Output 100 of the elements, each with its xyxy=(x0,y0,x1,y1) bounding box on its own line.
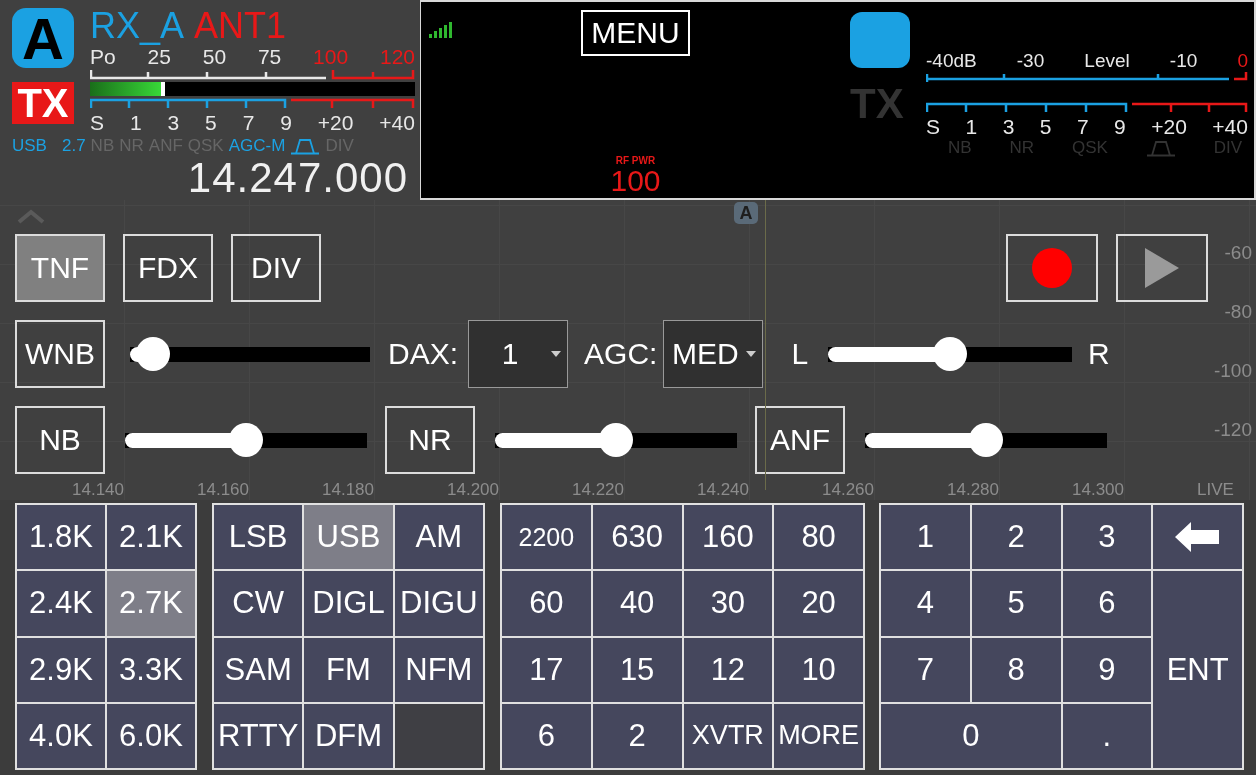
toggle-button[interactable]: WNB xyxy=(15,320,105,388)
scale-label: 7 xyxy=(1076,114,1089,138)
toggle-button[interactable]: TNF xyxy=(15,234,105,302)
scale-label: -10 xyxy=(1169,50,1198,72)
band-key[interactable]: 6 xyxy=(502,703,591,768)
bandwidth-key[interactable]: 2.9K xyxy=(17,637,105,702)
tx-badge[interactable]: TX xyxy=(12,82,74,124)
band-key[interactable]: 80 xyxy=(774,505,863,570)
record-button[interactable] xyxy=(1006,234,1098,302)
mode-key[interactable]: NFM xyxy=(394,637,483,702)
left-arrow-icon xyxy=(1174,522,1221,553)
dax-dropdown[interactable]: 1 xyxy=(468,320,569,388)
scale-label: Po xyxy=(90,46,116,68)
keypad-key[interactable]: 9 xyxy=(1062,637,1152,702)
mode-key[interactable]: RTTY xyxy=(214,703,303,768)
scale-label: 5 xyxy=(205,110,217,134)
bandwidth-key[interactable]: 2.7K xyxy=(107,571,195,636)
scale-label: +20 xyxy=(317,110,354,134)
agc-dropdown[interactable]: MED xyxy=(663,320,764,388)
mode-key[interactable]: USB xyxy=(304,505,393,570)
rf-power-label: RF PWR xyxy=(615,155,656,166)
frequency-tick-label: LIVE xyxy=(1197,480,1235,500)
band-key[interactable]: 10 xyxy=(774,637,863,702)
toggle-button[interactable]: FDX xyxy=(123,234,213,302)
scale-label: 5 xyxy=(1039,114,1052,138)
keypad-key[interactable]: 8 xyxy=(971,637,1061,702)
play-button[interactable] xyxy=(1116,234,1208,302)
scale-label: +40 xyxy=(1212,114,1248,138)
mode-key[interactable]: DFM xyxy=(304,703,393,768)
scale-label: 7 xyxy=(242,110,255,134)
keypad-key[interactable]: . xyxy=(1062,703,1152,768)
band-key[interactable]: 17 xyxy=(502,637,591,702)
backspace-key[interactable] xyxy=(1153,505,1242,570)
toggle-button[interactable]: NB xyxy=(15,406,105,474)
keypad-key[interactable]: 5 xyxy=(971,571,1061,636)
keypad-key[interactable]: 2 xyxy=(971,505,1061,570)
bandwidth-key[interactable]: 2.1K xyxy=(107,505,195,570)
mode-key[interactable]: AM xyxy=(394,505,483,570)
toggle-button[interactable]: DIV xyxy=(231,234,321,302)
slice-badge[interactable]: A xyxy=(12,8,74,68)
keypad-key[interactable]: 0 xyxy=(881,703,1061,768)
keypad-key[interactable]: 4 xyxy=(881,571,970,636)
pan-left-label: L xyxy=(791,337,809,371)
bandwidth-key[interactable]: 4.0K xyxy=(17,703,105,768)
band-key[interactable]: XVTR xyxy=(683,703,773,768)
band-key[interactable]: 2200 xyxy=(502,505,591,570)
band-key[interactable]: 12 xyxy=(683,637,773,702)
band-key[interactable]: 20 xyxy=(774,571,863,636)
status-indicator: USB xyxy=(12,136,47,156)
mode-key[interactable]: SAM xyxy=(214,637,303,702)
toggle-button[interactable]: NR xyxy=(385,406,475,474)
scale-label: +20 xyxy=(1151,114,1187,138)
keypad-key[interactable]: 6 xyxy=(1062,571,1152,636)
band-key[interactable]: MORE xyxy=(774,703,863,768)
band-key[interactable]: 15 xyxy=(592,637,682,702)
toggle-button[interactable]: ANF xyxy=(755,406,845,474)
band-key[interactable]: 2 xyxy=(592,703,682,768)
band-key[interactable]: 30 xyxy=(683,571,773,636)
scale-label: 120 xyxy=(379,46,415,68)
band-key[interactable]: 630 xyxy=(592,505,682,570)
db-tick-label: -60 xyxy=(1223,242,1252,264)
scale-label: S xyxy=(926,114,940,138)
bandwidth-key[interactable]: 2.4K xyxy=(17,571,105,636)
receiver-label[interactable]: RX_A xyxy=(90,5,185,46)
band-key[interactable]: 160 xyxy=(683,505,773,570)
status-indicator: 2.7 xyxy=(61,136,86,156)
enter-key[interactable]: ENT xyxy=(1153,571,1242,768)
rf-power-value[interactable]: 100 xyxy=(610,166,661,196)
frequency-tick-label: 14.180 xyxy=(322,480,375,500)
bandwidth-key[interactable]: 6.0K xyxy=(107,703,195,768)
scale-label: 1 xyxy=(129,110,142,134)
scale-label: 0 xyxy=(1237,50,1248,72)
mode-key[interactable]: FM xyxy=(304,637,393,702)
keypad-key[interactable]: 3 xyxy=(1062,505,1152,570)
mode-key[interactable]: CW xyxy=(214,571,303,636)
slice-badge[interactable] xyxy=(850,12,910,68)
band-key[interactable]: 60 xyxy=(502,571,591,636)
scale-label: 1 xyxy=(965,114,978,138)
frequency-tick-label: 14.300 xyxy=(1072,480,1125,500)
bandwidth-key[interactable]: 3.3K xyxy=(107,637,195,702)
mode-key[interactable]: DIGU xyxy=(394,571,483,636)
menu-button[interactable]: MENU xyxy=(581,10,690,56)
frequency-tick-label: 14.140 xyxy=(72,480,125,500)
keypad-key[interactable]: 1 xyxy=(881,505,970,570)
mode-key[interactable]: LSB xyxy=(214,505,303,570)
frequency-tick-label: 14.260 xyxy=(822,480,875,500)
scale-label: 3 xyxy=(1002,114,1015,138)
scale-label: 25 xyxy=(147,46,171,68)
frequency-tick-label: 14.200 xyxy=(447,480,500,500)
scale-label: -30 xyxy=(1016,50,1045,72)
mode-key[interactable]: DIGL xyxy=(304,571,393,636)
pan-right-label: R xyxy=(1088,337,1110,371)
scale-label: 3 xyxy=(167,110,180,134)
dax-label: DAX: xyxy=(388,337,459,371)
keypad-key[interactable]: 7 xyxy=(881,637,970,702)
frequency-readout[interactable]: 14.247.000 xyxy=(12,156,414,200)
band-key[interactable]: 40 xyxy=(592,571,682,636)
signal-icon xyxy=(429,22,453,38)
status-indicator: AGC-M xyxy=(228,136,286,156)
bandwidth-key[interactable]: 1.8K xyxy=(17,505,105,570)
